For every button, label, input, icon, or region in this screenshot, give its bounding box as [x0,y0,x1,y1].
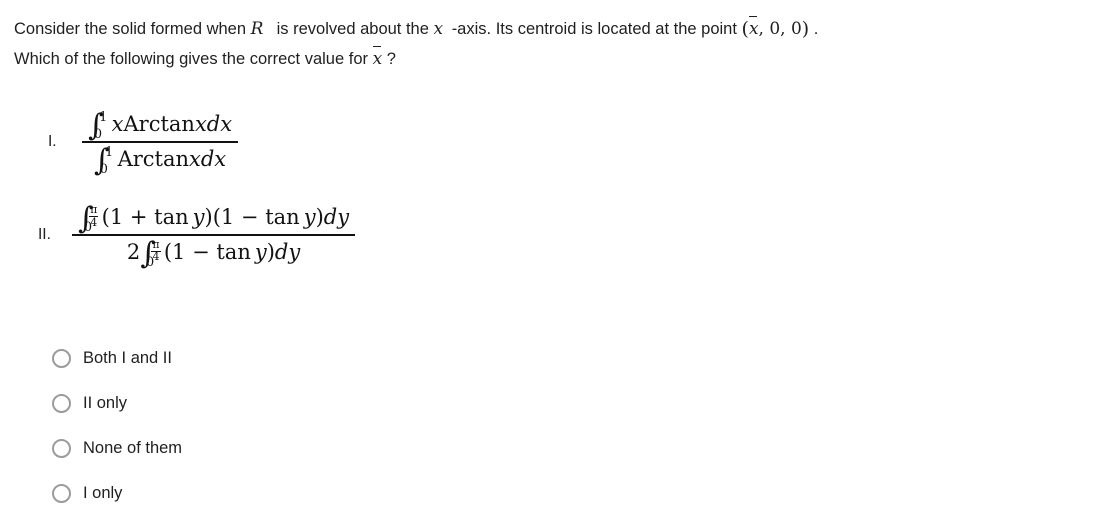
pi-symbol: π [152,237,160,251]
formula-2-numerator: ∫ π 4 0 (1 + tan y)(1 − tan y)dy [72,201,355,236]
radio-button-icon[interactable] [52,349,71,368]
variable-R: R [250,19,264,39]
differential-dy: dy [323,205,350,229]
answer-choice-2[interactable]: II only [52,381,752,426]
variable-y: y [254,239,267,264]
answer-choice-3[interactable]: None of them [52,426,752,471]
integral-lower-limit: 0 [99,160,108,176]
integral-upper-limit: 1 [99,108,108,124]
point-coordinates: , 0, 0 [758,19,802,39]
formula-item-1: I. ∫ 1 0 xArctanxdx ∫ 1 0 Arctanxdx [48,108,239,178]
formula-2-denominator: 2∫ π 4 0 (1 − tan y)dy [121,235,306,271]
coefficient-two: 2 [126,239,141,264]
integral-lower-limit: 0 [146,253,155,269]
point-close-paren: ) [801,18,810,40]
answer-choice-1[interactable]: Both I and II [52,336,752,381]
point-open-paren: ( [741,18,749,40]
question-xbar: x [372,45,383,69]
integral-sign: ∫ 1 0 [88,108,108,143]
question-prompt: Consider the solid formed when R is revo… [14,14,1104,74]
differential-dy: dy [274,239,301,264]
factor-open: (1 − tan [163,239,251,264]
differential-dx: dx [200,146,227,171]
formula-1-numerator: ∫ 1 0 xArctanxdx [82,108,238,143]
integral-sign: ∫ π 4 0 [140,235,161,271]
integral-lower-limit: 0 [83,219,92,235]
formula-1-denominator: ∫ 1 0 Arctanxdx [88,142,232,178]
formula-label-1: I. [48,132,57,150]
prompt-line2-part2: ? [386,50,396,68]
integral-sign: ∫ π 4 0 [78,201,99,236]
arctan-label: Arctan [117,146,190,171]
answer-choice-label-3[interactable]: None of them [83,440,182,457]
differential-dx: dx [206,112,233,136]
centroid-xbar: x [748,15,759,39]
integrand-x: x [111,112,124,136]
answer-choice-4[interactable]: I only [52,471,752,516]
pi-symbol: π [90,202,98,216]
variable-y-1: y [192,205,205,229]
answer-choice-label-4[interactable]: I only [83,485,122,502]
fraction-bar-2 [72,234,356,236]
formula-expression-1: ∫ 1 0 xArctanxdx ∫ 1 0 Arctanxdx [82,108,239,178]
prompt-line1-part3: -axis. Its centroid is located at the po… [451,20,737,38]
integral-lower-limit: 0 [93,126,102,142]
point-period: . [813,20,819,38]
variable-y-2: y [303,205,316,229]
integral-sign: ∫ 1 0 [93,142,114,178]
factor-two-close: ) [315,205,324,229]
prompt-line1-part1: Consider the solid formed when [14,20,247,38]
formula-item-2: II. ∫ π 4 0 (1 + tan y)(1 − tan y)dy 2∫ π 4 0 (1 −… [38,201,356,271]
formula-label-2: II. [38,225,51,243]
formula-expression-2: ∫ π 4 0 (1 + tan y)(1 − tan y)dy 2∫ π 4 0 (1 − tan… [72,201,356,271]
factor-two-open: (1 − tan [212,205,300,229]
integral-upper-limit: 1 [105,143,114,159]
arctan-argument: x [194,112,207,136]
radio-button-icon[interactable] [52,484,71,503]
answer-choice-label-2[interactable]: II only [83,395,127,412]
radio-button-icon[interactable] [52,439,71,458]
radio-button-icon[interactable] [52,394,71,413]
prompt-line2-part1: Which of the following gives the correct… [14,50,369,68]
factor-one-close: ) [204,205,213,229]
prompt-line1-part2: is revolved about the [276,20,429,38]
factor-one-open: (1 + tan [101,205,189,229]
variable-x: x [433,19,444,39]
factor-close: ) [266,239,275,264]
arctan-label: Arctan [123,112,195,136]
arctan-argument: x [189,146,201,171]
answer-choice-list: Both I and II II only None of them I onl… [52,336,752,516]
answer-choice-label-1[interactable]: Both I and II [83,350,172,367]
